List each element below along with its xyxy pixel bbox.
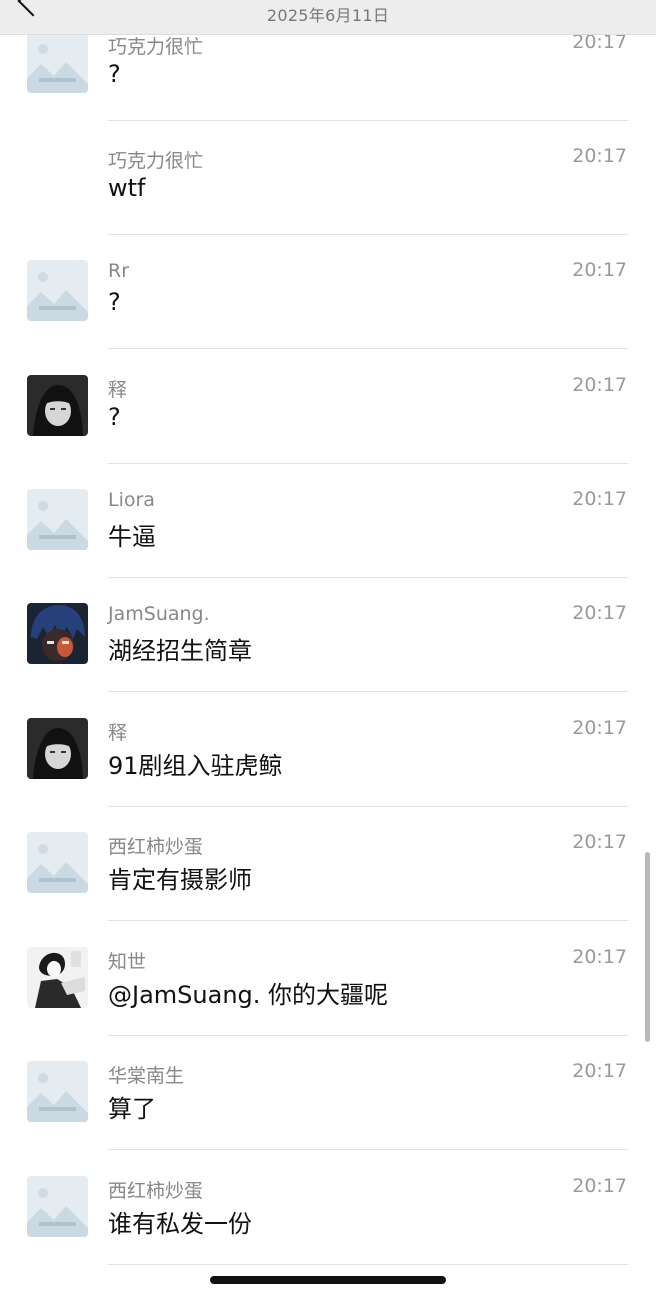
divider <box>108 234 628 235</box>
divider <box>108 1264 628 1265</box>
message-time: 20:17 <box>572 1175 627 1197</box>
divider <box>108 1149 628 1150</box>
sender-name: Liora <box>108 489 155 511</box>
avatar[interactable] <box>27 1061 88 1122</box>
home-indicator[interactable] <box>210 1276 446 1284</box>
message-item[interactable]: 西红柿炒蛋 20:17 谁有私发一份 <box>0 1175 656 1290</box>
message-time: 20:17 <box>572 259 627 281</box>
sender-name: 知世 <box>108 951 147 973</box>
divider <box>108 1035 628 1036</box>
message-item[interactable]: 知世 20:17 @JamSuang. 你的大疆呢 <box>0 946 656 1061</box>
avatar[interactable] <box>27 603 88 664</box>
message-item[interactable]: 华棠南生 20:17 算了 <box>0 1060 656 1175</box>
divider <box>108 463 628 464</box>
avatar[interactable] <box>27 375 88 436</box>
avatar[interactable] <box>27 32 88 93</box>
message-item[interactable]: 西红柿炒蛋 20:17 肯定有摄影师 <box>0 831 656 946</box>
message-item[interactable]: JamSuang. 20:17 湖经招生简章 <box>0 602 656 717</box>
sender-name: 释 <box>108 722 128 744</box>
divider <box>108 577 628 578</box>
message-item[interactable]: 释 20:17 ? <box>0 374 656 489</box>
message-time: 20:17 <box>572 946 627 968</box>
message-time: 20:17 <box>572 488 627 510</box>
sender-name: 西红柿炒蛋 <box>108 1180 204 1202</box>
message-text[interactable]: 91剧组入驻虎鲸 <box>108 746 283 781</box>
message-text[interactable]: @JamSuang. 你的大疆呢 <box>108 975 388 1010</box>
message-text[interactable]: ? <box>108 403 121 431</box>
message-text[interactable]: 肯定有摄影师 <box>108 860 252 895</box>
message-text[interactable]: 湖经招生简章 <box>108 631 252 666</box>
message-item[interactable]: Rr 20:17 ? <box>0 259 656 374</box>
message-item[interactable]: 巧克力很忙 20:17 wtf <box>0 145 656 260</box>
avatar[interactable] <box>27 947 88 1008</box>
sender-name: 巧克力很忙 <box>108 36 204 58</box>
message-time: 20:17 <box>572 831 627 853</box>
divider <box>108 920 628 921</box>
divider <box>108 806 628 807</box>
top-bar: 2025年6月11日 <box>0 0 656 35</box>
message-text[interactable]: wtf <box>108 174 146 202</box>
avatar[interactable] <box>27 260 88 321</box>
divider <box>108 348 628 349</box>
sender-name: 释 <box>108 379 128 401</box>
message-item[interactable]: Liora 20:17 牛逼 <box>0 488 656 603</box>
avatar[interactable] <box>27 1176 88 1237</box>
avatar[interactable] <box>27 718 88 779</box>
sender-name: 华棠南生 <box>108 1065 185 1087</box>
message-text[interactable]: 算了 <box>108 1089 156 1124</box>
message-item[interactable]: 巧克力很忙 20:17 ? <box>0 31 656 146</box>
message-time: 20:17 <box>572 374 627 396</box>
message-time: 20:17 <box>572 1060 627 1082</box>
message-item[interactable]: 释 20:17 91剧组入驻虎鲸 <box>0 717 656 832</box>
message-text[interactable]: 谁有私发一份 <box>108 1204 252 1239</box>
message-text[interactable]: 牛逼 <box>108 517 156 552</box>
date-header: 2025年6月11日 <box>266 6 390 25</box>
avatar[interactable] <box>27 489 88 550</box>
message-time: 20:17 <box>572 602 627 624</box>
sender-name: Rr <box>108 260 130 282</box>
divider <box>108 691 628 692</box>
message-time: 20:17 <box>572 145 627 167</box>
message-time: 20:17 <box>572 717 627 739</box>
sender-name: 巧克力很忙 <box>108 150 204 172</box>
sender-name: JamSuang. <box>108 603 210 625</box>
message-text[interactable]: ? <box>108 288 121 316</box>
sender-name: 西红柿炒蛋 <box>108 836 204 858</box>
avatar[interactable] <box>27 832 88 893</box>
scrollbar[interactable] <box>645 852 650 1042</box>
message-text[interactable]: ? <box>108 60 121 88</box>
divider <box>108 120 628 121</box>
